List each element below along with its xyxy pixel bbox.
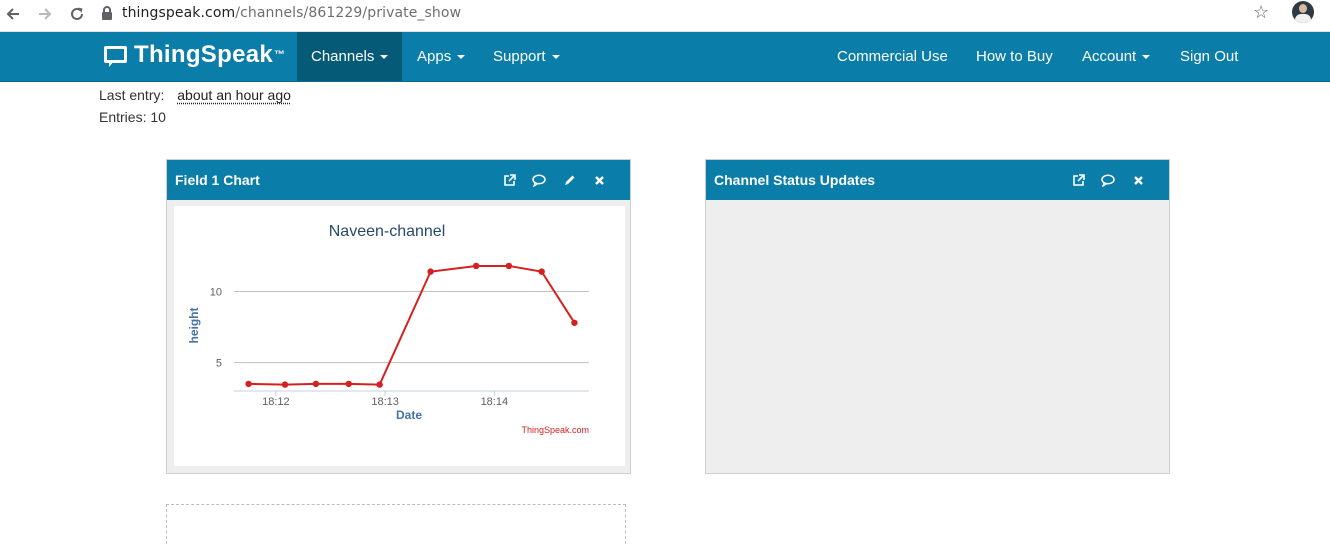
url-text: thingspeak.com/channels/861229/private_s… <box>122 5 461 21</box>
entries-count: Entries: 10 <box>99 109 166 125</box>
arrow-left-icon <box>5 6 21 22</box>
data-point <box>282 381 288 387</box>
y-tick-label: 5 <box>216 358 222 370</box>
last-entry-row: Last entry: about an hour ago <box>99 87 291 103</box>
panel-title: Channel Status Updates <box>714 172 875 188</box>
field-1-chart-panel: Field 1 Chart Naveen-channel 5 10 18:12 18:1… <box>166 159 631 474</box>
back-button[interactable] <box>2 3 24 25</box>
avatar-body <box>1295 14 1311 23</box>
panel-actions <box>1063 160 1153 200</box>
chart-title: Naveen-channel <box>329 223 446 240</box>
line-chart: Naveen-channel 5 10 18:12 18:13 18:14 Date heig… <box>174 206 625 466</box>
comment-icon[interactable] <box>524 174 554 187</box>
lock-icon <box>100 5 114 21</box>
pencil-icon[interactable] <box>554 174 584 187</box>
reload-icon <box>69 6 85 22</box>
avatar-head <box>1299 4 1307 13</box>
last-entry-label: Last entry: <box>99 87 164 103</box>
close-icon[interactable] <box>584 175 614 186</box>
nav-how-to-buy[interactable]: How to Buy <box>976 32 1053 81</box>
nav-channels[interactable]: Channels <box>297 32 402 81</box>
thingspeak-logo[interactable]: ThingSpeak ™ <box>104 41 285 69</box>
nav-account[interactable]: Account <box>1082 32 1150 81</box>
nav-apps-label: Apps <box>417 48 451 65</box>
empty-panel-placeholder <box>166 504 626 544</box>
series-line <box>249 266 575 385</box>
chart-container: Naveen-channel 5 10 18:12 18:13 18:14 Date heig… <box>174 206 625 466</box>
y-tick-label: 10 <box>210 287 222 299</box>
nav-commercial-use-label: Commercial Use <box>837 48 948 65</box>
last-entry-value: about an hour ago <box>177 87 291 103</box>
caret-down-icon <box>457 55 465 59</box>
address-bar[interactable]: thingspeak.com/channels/861229/private_s… <box>100 0 461 26</box>
x-axis-label: Date <box>396 408 422 422</box>
panel-header: Channel Status Updates <box>706 160 1169 200</box>
x-tick-label: 18:12 <box>262 396 290 408</box>
status-updates-body <box>706 200 1169 473</box>
data-point <box>313 381 319 387</box>
x-tick-label: 18:13 <box>371 396 399 408</box>
main-navbar: ThingSpeak ™ Channels Apps Support Commer… <box>0 32 1330 82</box>
brand-name: ThingSpeak <box>134 41 273 69</box>
profile-avatar[interactable] <box>1292 1 1314 23</box>
data-point <box>538 268 544 274</box>
comment-icon[interactable] <box>1093 174 1123 187</box>
reload-button[interactable] <box>66 3 88 25</box>
nav-channels-label: Channels <box>311 48 374 65</box>
x-tick-label: 18:14 <box>481 396 509 408</box>
nav-commercial-use[interactable]: Commercial Use <box>837 32 948 81</box>
nav-sign-out-label: Sign Out <box>1180 48 1238 65</box>
chat-bubble-logo-icon <box>104 44 128 66</box>
brand-trademark: ™ <box>274 49 285 61</box>
nav-support-label: Support <box>493 48 546 65</box>
y-axis-label: height <box>187 308 201 344</box>
url-path: /channels/861229/private_show <box>235 5 461 21</box>
data-point <box>506 263 512 269</box>
data-point <box>473 263 479 269</box>
external-link-icon[interactable] <box>494 174 524 187</box>
url-domain: thingspeak.com <box>122 5 235 21</box>
panel-actions <box>494 160 614 200</box>
nav-how-to-buy-label: How to Buy <box>976 48 1053 65</box>
channel-status-panel: Channel Status Updates <box>705 159 1170 474</box>
nav-apps[interactable]: Apps <box>417 32 465 81</box>
panel-body: Naveen-channel 5 10 18:12 18:13 18:14 Date heig… <box>167 200 630 473</box>
arrow-right-icon <box>37 6 53 22</box>
data-point <box>376 381 382 387</box>
caret-down-icon <box>380 55 388 59</box>
data-point <box>571 320 577 326</box>
data-point <box>345 381 351 387</box>
caret-down-icon <box>1142 55 1150 59</box>
data-point <box>427 268 433 274</box>
chart-credit: ThingSpeak.com <box>521 425 589 435</box>
browser-toolbar: thingspeak.com/channels/861229/private_s… <box>0 0 1330 32</box>
nav-account-label: Account <box>1082 48 1136 65</box>
close-icon[interactable] <box>1123 175 1153 186</box>
panel-title: Field 1 Chart <box>175 172 260 188</box>
panel-header: Field 1 Chart <box>167 160 630 200</box>
nav-support[interactable]: Support <box>493 32 560 81</box>
caret-down-icon <box>552 55 560 59</box>
forward-button[interactable] <box>34 3 56 25</box>
external-link-icon[interactable] <box>1063 174 1093 187</box>
data-point <box>245 381 251 387</box>
nav-sign-out[interactable]: Sign Out <box>1180 32 1238 81</box>
bookmark-star-icon[interactable]: ☆ <box>1253 2 1269 23</box>
